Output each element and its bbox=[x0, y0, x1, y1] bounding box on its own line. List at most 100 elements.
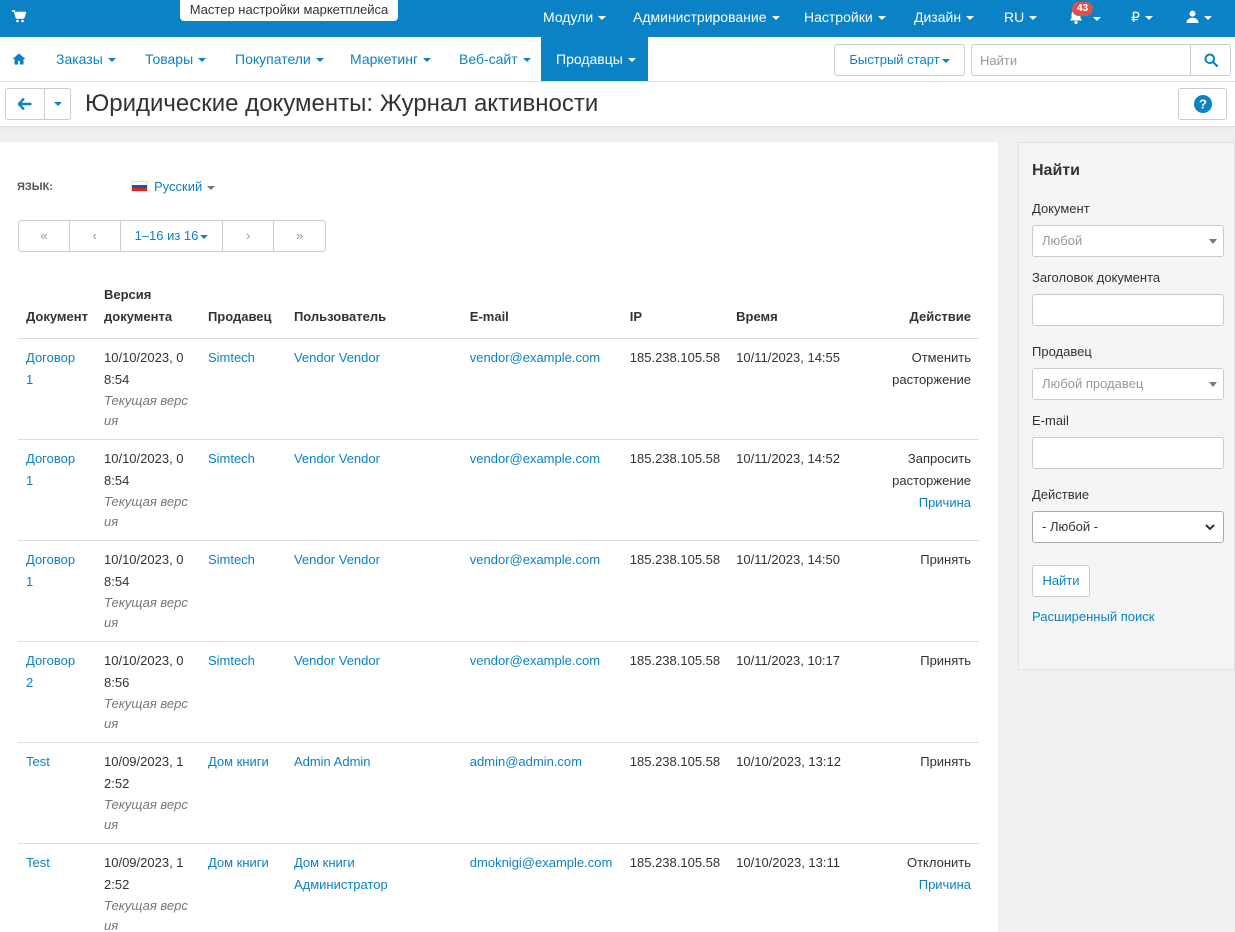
col-version[interactable]: Версия документа bbox=[96, 277, 200, 339]
document-filter-label: Документ bbox=[1032, 201, 1090, 216]
action-cell: Запросить расторжение Причина bbox=[860, 439, 979, 541]
action-text: Отменить расторжение bbox=[892, 350, 971, 387]
action-text: Принять bbox=[920, 754, 971, 769]
table-row: Договор 2 10/10/2023, 08:56 Текущая версия… bbox=[18, 641, 979, 743]
nav-vendors[interactable]: Продавцы bbox=[541, 37, 648, 81]
vendor-link[interactable]: Simtech bbox=[208, 350, 255, 365]
quick-start-label: Быстрый старт bbox=[849, 52, 940, 67]
vendor-link[interactable]: Дом книги bbox=[208, 855, 269, 870]
email-link[interactable]: vendor@example.com bbox=[470, 552, 600, 567]
caret-down-icon bbox=[1204, 16, 1212, 21]
vendor-cell: Дом книги bbox=[199, 843, 286, 932]
chevron-down-icon bbox=[1205, 524, 1215, 531]
vendor-cell: Simtech bbox=[199, 338, 286, 440]
question-circle-icon: ? bbox=[1194, 95, 1212, 113]
help-button[interactable]: ? bbox=[1178, 88, 1227, 120]
email-cell: vendor@example.com bbox=[461, 641, 622, 743]
col-email[interactable]: E-mail bbox=[461, 277, 622, 339]
email-link[interactable]: vendor@example.com bbox=[470, 653, 600, 668]
back-dropdown-button[interactable] bbox=[44, 88, 71, 120]
col-time[interactable]: Время bbox=[728, 277, 861, 339]
user-link[interactable]: Vendor Vendor bbox=[294, 650, 380, 672]
nav-website-label: Веб-сайт bbox=[459, 51, 518, 67]
col-document[interactable]: Документ bbox=[18, 277, 96, 339]
version-date: 10/10/2023, 08:54 bbox=[104, 552, 184, 589]
quick-start-button[interactable]: Быстрый старт bbox=[834, 44, 965, 76]
vendor-link[interactable]: Simtech bbox=[208, 653, 255, 668]
menu-modules[interactable]: Модули bbox=[543, 0, 607, 37]
menu-modules-label: Модули bbox=[543, 9, 594, 25]
vendor-filter-select[interactable]: Любой продавец bbox=[1032, 368, 1224, 400]
vendor-link[interactable]: Дом книги bbox=[208, 754, 269, 769]
document-link[interactable]: Договор 1 bbox=[26, 347, 84, 391]
doc-title-filter-input[interactable] bbox=[1032, 294, 1224, 326]
search-input[interactable] bbox=[971, 44, 1191, 76]
pager-next-button[interactable]: › bbox=[223, 221, 275, 251]
menu-currency[interactable]: ₽ bbox=[1131, 0, 1153, 37]
user-link[interactable]: Admin Admin bbox=[294, 751, 371, 773]
col-user[interactable]: Пользователь bbox=[285, 277, 462, 339]
email-link[interactable]: vendor@example.com bbox=[470, 350, 600, 365]
email-cell: vendor@example.com bbox=[461, 338, 622, 440]
table-row: Test 10/09/2023, 12:52 Текущая версия Дом к… bbox=[18, 742, 979, 844]
col-action[interactable]: Действие bbox=[860, 277, 979, 339]
language-selector[interactable]: Русский bbox=[131, 179, 216, 194]
menu-user[interactable] bbox=[1186, 0, 1212, 37]
search-button[interactable] bbox=[1190, 44, 1231, 76]
nav-customers[interactable]: Покупатели bbox=[235, 37, 324, 81]
user-cell: Vendor Vendor bbox=[285, 540, 462, 642]
document-link[interactable]: Договор 1 bbox=[26, 549, 84, 593]
document-link[interactable]: Test bbox=[26, 751, 50, 773]
nav-products[interactable]: Товары bbox=[145, 37, 207, 81]
reason-link[interactable]: Причина bbox=[919, 877, 971, 892]
nav-website[interactable]: Веб-сайт bbox=[459, 37, 531, 81]
document-link[interactable]: Договор 2 bbox=[26, 650, 84, 694]
pager-current-range[interactable]: 1–16 из 16 bbox=[121, 221, 224, 251]
reason-link[interactable]: Причина bbox=[919, 495, 971, 510]
user-link[interactable]: Vendor Vendor bbox=[294, 549, 380, 571]
caret-down-icon bbox=[1209, 239, 1217, 244]
pager-last-button[interactable]: » bbox=[274, 221, 325, 251]
nav-orders[interactable]: Заказы bbox=[56, 37, 116, 81]
document-cell: Договор 2 bbox=[18, 641, 96, 743]
vendor-link[interactable]: Simtech bbox=[208, 451, 255, 466]
vendor-link[interactable]: Simtech bbox=[208, 552, 255, 567]
caret-down-icon bbox=[200, 234, 209, 239]
email-link[interactable]: admin@admin.com bbox=[470, 754, 582, 769]
home-link[interactable] bbox=[12, 37, 26, 81]
user-link[interactable]: Vendor Vendor bbox=[294, 448, 380, 470]
russian-flag-icon bbox=[131, 181, 148, 192]
col-ip[interactable]: IP bbox=[621, 277, 729, 339]
email-link[interactable]: vendor@example.com bbox=[470, 451, 600, 466]
nav-orders-label: Заказы bbox=[56, 51, 103, 67]
ip-cell: 185.238.105.58 bbox=[621, 843, 729, 932]
user-cell: Vendor Vendor bbox=[285, 338, 462, 440]
user-link[interactable]: Дом книги Администратор bbox=[294, 852, 444, 896]
nav-vendors-label: Продавцы bbox=[556, 51, 623, 67]
pager-first-button[interactable]: « bbox=[19, 221, 70, 251]
document-link[interactable]: Test bbox=[26, 852, 50, 874]
advanced-search-link[interactable]: Расширенный поиск bbox=[1032, 609, 1154, 624]
setup-wizard-button[interactable]: Мастер настройки маркетплейса bbox=[180, 0, 398, 21]
email-link[interactable]: dmoknigi@example.com bbox=[470, 855, 613, 870]
col-vendor[interactable]: Продавец bbox=[199, 277, 286, 339]
action-filter-select[interactable]: - Любой - bbox=[1032, 511, 1224, 543]
menu-design[interactable]: Дизайн bbox=[914, 0, 975, 37]
ip-cell: 185.238.105.58 bbox=[621, 338, 729, 440]
document-filter-select[interactable]: Любой bbox=[1032, 225, 1224, 257]
caret-down-icon bbox=[423, 58, 432, 63]
menu-language[interactable]: RU bbox=[1004, 0, 1038, 37]
user-link[interactable]: Vendor Vendor bbox=[294, 347, 380, 369]
menu-settings[interactable]: Настройки bbox=[804, 0, 886, 37]
search-submit-button[interactable]: Найти bbox=[1032, 565, 1090, 597]
document-link[interactable]: Договор 1 bbox=[26, 448, 84, 492]
email-filter-input[interactable] bbox=[1032, 437, 1224, 469]
menu-administration[interactable]: Администрирование bbox=[633, 0, 780, 37]
time-cell: 10/11/2023, 14:50 bbox=[728, 540, 861, 642]
nav-marketing[interactable]: Маркетинг bbox=[350, 37, 432, 81]
pager-prev-button[interactable]: ‹ bbox=[70, 221, 121, 251]
cart-icon[interactable] bbox=[12, 10, 27, 26]
caret-down-icon bbox=[207, 185, 216, 190]
back-button[interactable] bbox=[5, 88, 45, 120]
vendor-filter-value: Любой продавец bbox=[1042, 376, 1144, 391]
